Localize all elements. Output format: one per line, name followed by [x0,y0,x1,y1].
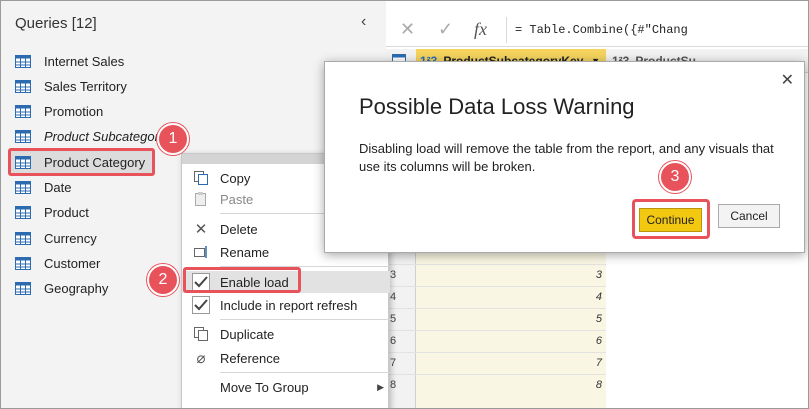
table-icon [15,231,31,245]
query-label: Date [44,179,72,195]
query-label: Promotion [44,103,104,119]
query-item-product-subcategory[interactable]: Product Subcategory [11,124,165,148]
table-icon [15,180,31,194]
dialog-title: Possible Data Loss Warning [359,94,635,119]
cell-value: 4 [595,291,602,303]
formula-input[interactable]: = Table.Combine({#"Chang [506,17,806,43]
commit-formula-icon[interactable]: ✓ [438,19,453,40]
queries-header: Queries [12] [15,15,97,32]
screenshot-frame: Queries [12] ‹ Internet Sales Sales Terr… [0,0,809,409]
menu-item-duplicate[interactable]: Duplicate [182,323,390,345]
menu-label: Reference [220,350,280,366]
delete-icon: ✕ [194,221,208,238]
row-number: 5 [390,313,397,325]
paperclip-icon: ⌀ [196,350,206,367]
menu-separator [220,319,390,320]
row-number: 4 [390,291,397,303]
copy-icon [194,171,208,185]
menu-label: Rename [220,244,270,260]
query-item-date[interactable]: Date [11,175,71,199]
query-label: Product [44,204,89,220]
enable-load-highlight [183,267,301,293]
table-icon [15,256,31,270]
table-icon [15,79,31,93]
close-icon[interactable]: ✕ [781,70,794,90]
menu-separator [220,372,390,373]
table-icon [15,281,31,295]
table-row[interactable]: 3 3 [386,264,606,286]
table-icon [15,104,31,118]
menu-label: Move To Group [220,379,309,395]
table-row[interactable]: 6 6 [386,330,606,352]
step-badge-1: 1 [157,123,189,155]
query-item-currency[interactable]: Currency [11,226,97,250]
row-number: 3 [390,269,397,281]
menu-label: Copy [220,170,251,186]
menu-label: Paste [220,191,254,207]
cell-value: 7 [595,357,602,369]
rename-icon [194,246,207,258]
table-icon [15,155,31,169]
formula-bar: ✕ ✓ fx = Table.Combine({#"Chang [386,13,808,47]
row-number: 6 [390,335,397,347]
step-badge-3: 3 [659,161,691,193]
query-item-product[interactable]: Product [11,200,89,224]
cell-value: 5 [595,313,602,325]
submenu-arrow-icon: ▶ [377,381,384,392]
menu-label: Duplicate [220,326,275,342]
row-number: 7 [390,357,397,369]
collapse-pane-icon[interactable]: ‹ [361,13,366,31]
query-item-internet-sales[interactable]: Internet Sales [11,49,124,73]
cell-value: 8 [595,379,602,391]
paste-icon [195,192,206,206]
query-item-sales-territory[interactable]: Sales Territory [11,74,127,98]
dialog-message: Disabling load will remove the table fro… [359,141,774,174]
table-row[interactable]: 5 5 [386,308,606,330]
table-icon [15,205,31,219]
data-loss-warning-dialog: ✕ Possible Data Loss Warning Disabling l… [324,61,805,253]
row-number: 8 [390,379,397,391]
query-label: Geography [44,280,109,296]
table-row[interactable]: 7 7 [386,352,606,374]
query-item-product-category[interactable]: Product Category [8,148,155,176]
query-label: Customer [44,255,101,271]
query-item-geography[interactable]: Geography [11,276,108,300]
table-icon [15,129,31,143]
query-item-customer[interactable]: Customer [11,251,100,275]
cancel-formula-icon[interactable]: ✕ [400,19,415,40]
step-badge-2: 2 [147,264,179,296]
table-row[interactable]: 4 4 [386,286,606,308]
query-label: Currency [44,230,97,246]
fx-icon[interactable]: fx [474,19,487,40]
query-label: Sales Territory [44,78,127,94]
table-icon [15,54,31,68]
duplicate-icon [194,327,208,341]
menu-item-include-in-report-refresh[interactable]: Include in report refresh [182,294,390,316]
menu-item-move-to-group[interactable]: Move To Group ▶ [182,376,390,398]
cell-value: 6 [595,335,602,347]
menu-label: Include in report refresh [220,297,358,313]
query-item-promotion[interactable]: Promotion [11,99,103,123]
menu-label: Delete [220,221,258,237]
cell-value: 3 [595,269,602,281]
table-row[interactable]: 8 8 [386,374,606,396]
query-label: Product Category [44,154,146,170]
continue-button[interactable]: Continue [639,208,702,232]
query-label: Internet Sales [44,53,125,69]
cancel-button[interactable]: Cancel [718,204,780,228]
query-label: Product Subcategory [44,128,166,144]
menu-item-reference[interactable]: ⌀ Reference [182,347,390,369]
checkbox-checked-icon [192,296,210,314]
